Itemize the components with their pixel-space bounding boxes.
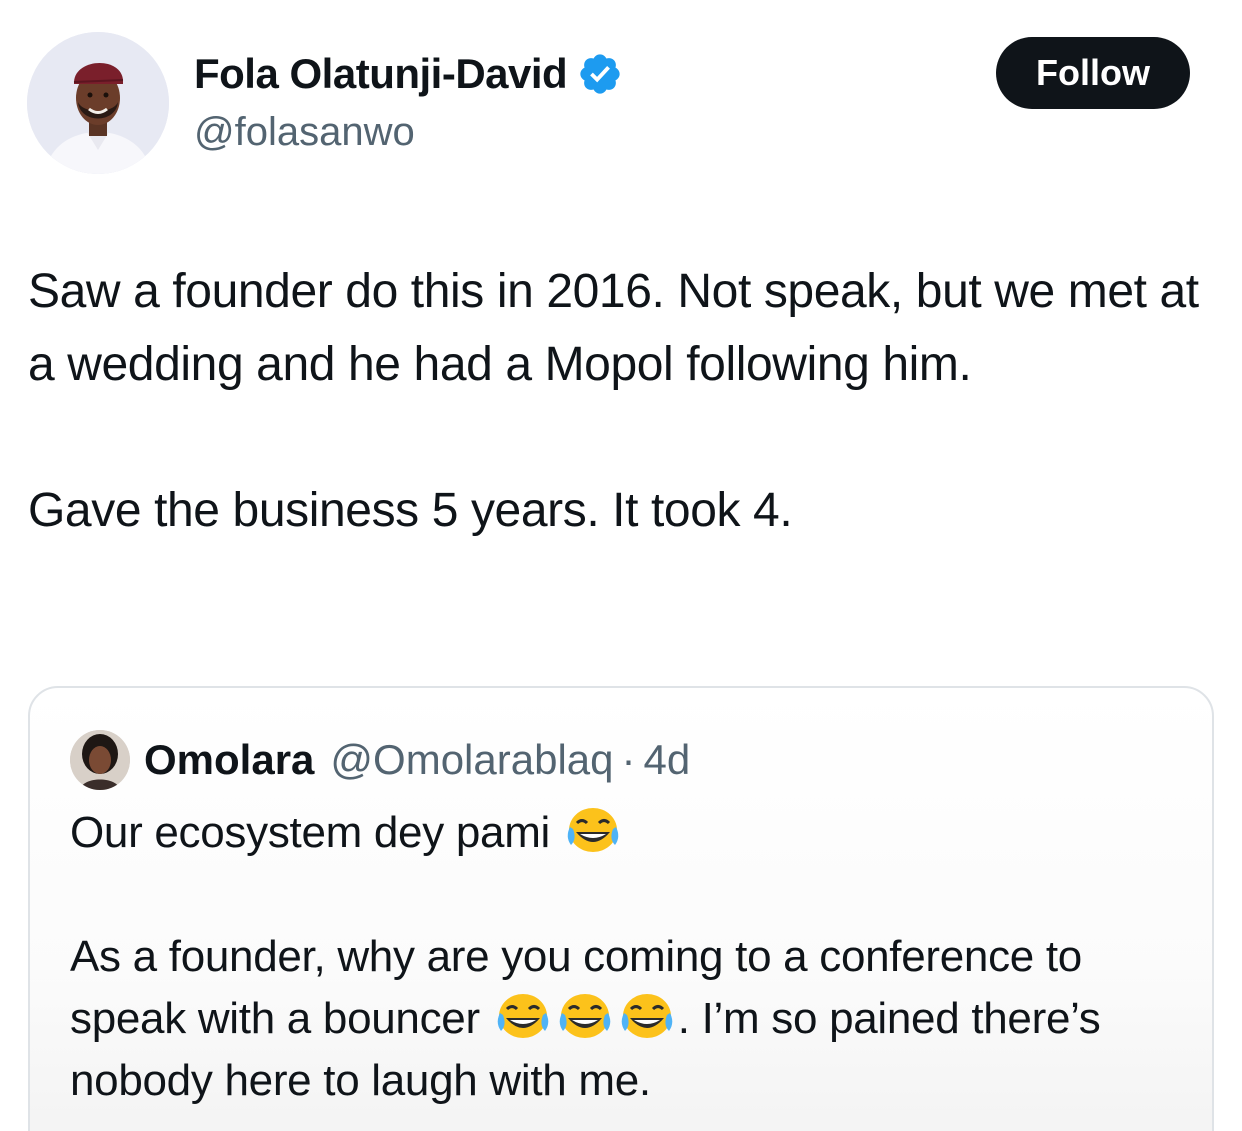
quoted-tweet-header: Omolara @Omolarablaq · 4d bbox=[144, 732, 690, 788]
quoted-tweet-text: Our ecosystem dey pami As a founder, why… bbox=[70, 802, 1190, 1112]
face-with-tears-of-joy-icon bbox=[564, 805, 622, 855]
face-with-tears-of-joy-icon bbox=[556, 991, 614, 1041]
tweet-text: Saw a founder do this in 2016. Not speak… bbox=[28, 255, 1223, 547]
face-with-tears-of-joy-icon bbox=[494, 991, 552, 1041]
author-avatar[interactable] bbox=[27, 32, 169, 174]
face-with-tears-of-joy-icon bbox=[618, 991, 676, 1041]
quoted-author-handle[interactable]: @Omolarablaq bbox=[330, 736, 613, 784]
tweet-page: Fola Olatunji-David @folasanwo Follow Sa… bbox=[0, 0, 1242, 1131]
quoted-paragraph-2: As a founder, why are you coming to a co… bbox=[70, 926, 1190, 1112]
verified-badge-icon bbox=[577, 51, 623, 97]
quoted-line-1-text: Our ecosystem dey pami bbox=[70, 808, 551, 857]
quoted-author-name[interactable]: Omolara bbox=[144, 736, 314, 784]
separator-dot: · bbox=[621, 736, 636, 783]
follow-button[interactable]: Follow bbox=[996, 37, 1190, 109]
tweet-paragraph-2: Gave the business 5 years. It took 4. bbox=[28, 484, 793, 537]
author-name[interactable]: Fola Olatunji-David bbox=[194, 50, 568, 98]
tweet-paragraph-1: Saw a founder do this in 2016. Not speak… bbox=[28, 265, 1199, 391]
quoted-author-avatar[interactable] bbox=[70, 730, 130, 790]
quoted-tweet-card[interactable]: Omolara @Omolarablaq · 4d Our ecosystem … bbox=[28, 686, 1214, 1131]
author-name-row[interactable]: Fola Olatunji-David bbox=[194, 48, 623, 100]
quoted-tweet-timestamp[interactable]: 4d bbox=[644, 736, 691, 784]
author-handle[interactable]: @folasanwo bbox=[194, 110, 415, 155]
quoted-line-1: Our ecosystem dey pami bbox=[70, 802, 1190, 864]
